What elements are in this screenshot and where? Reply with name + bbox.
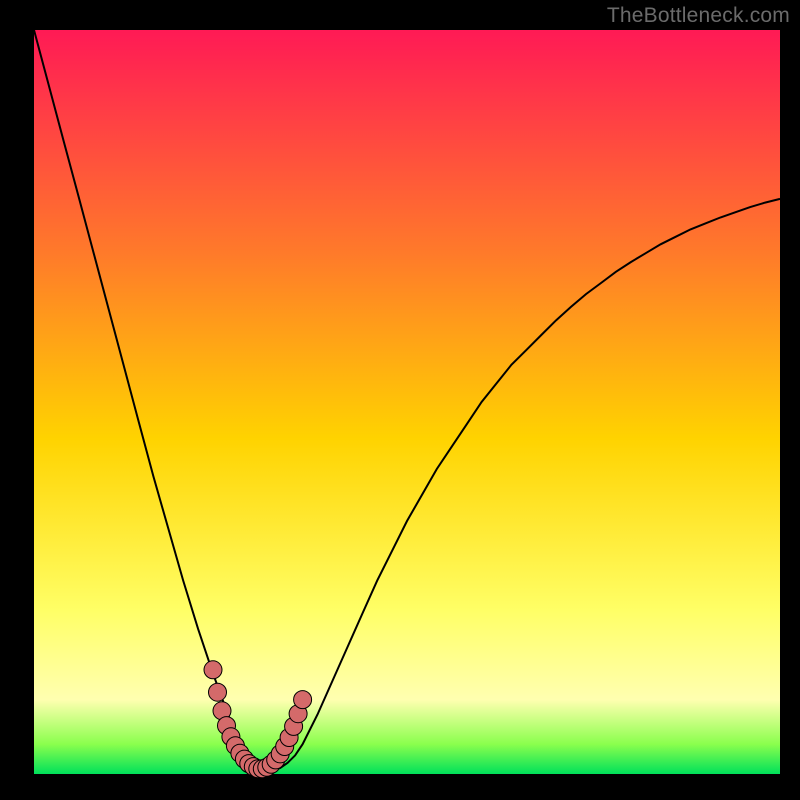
trough-marker [209, 683, 227, 701]
chart-frame: TheBottleneck.com [0, 0, 800, 800]
trough-marker [204, 661, 222, 679]
plot-area [34, 30, 780, 774]
bottleneck-chart [0, 0, 800, 800]
trough-marker [294, 691, 312, 709]
watermark-text: TheBottleneck.com [607, 4, 790, 28]
